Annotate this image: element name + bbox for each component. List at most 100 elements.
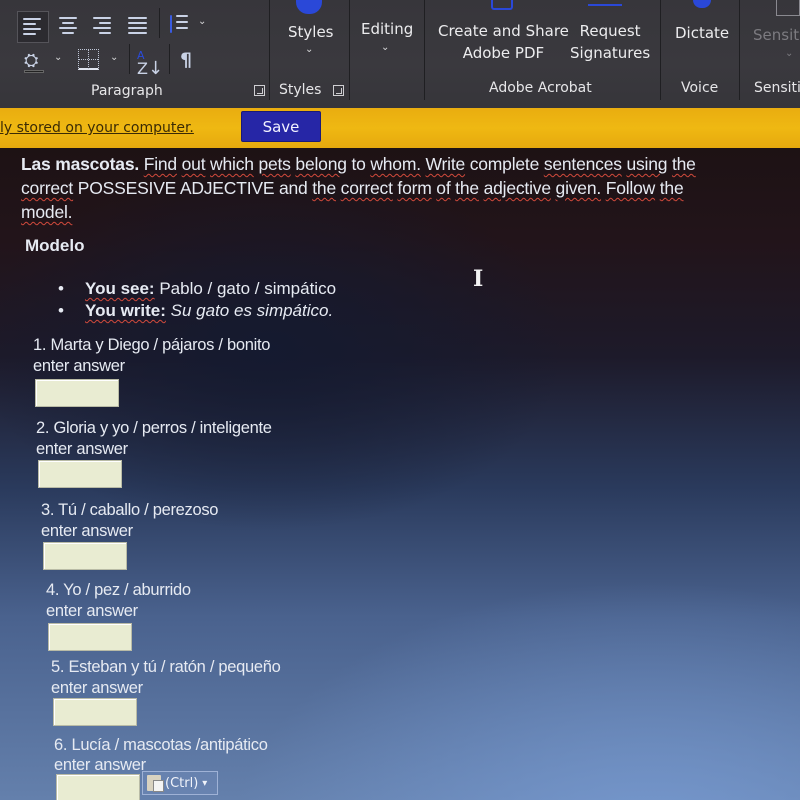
create-share-pdf-label-line1: Create and Share <box>438 22 569 40</box>
question-3-label: 3. Tú / caballo / perezoso <box>41 501 219 519</box>
request-signatures-label-line2: Signatures <box>570 44 651 62</box>
answer-input-4[interactable] <box>48 623 132 651</box>
microphone-icon <box>693 0 711 8</box>
paste-options-button[interactable]: (Ctrl) ▾ <box>142 771 218 795</box>
create-pdf-icon <box>491 0 513 10</box>
styles-dropdown-icon[interactable]: ⌄ <box>305 44 313 55</box>
sort-az-icon[interactable]: A Z↓ <box>137 47 163 78</box>
question-4-label: 4. Yo / pez / aburrido <box>46 581 191 599</box>
align-right-icon[interactable] <box>93 17 115 37</box>
answer-input-6[interactable] <box>56 774 140 800</box>
align-left-icon <box>23 18 45 38</box>
instructions-word: correct <box>21 178 74 198</box>
question-1-hint: enter answer <box>33 357 125 375</box>
instructions-word: given. <box>555 178 602 198</box>
instructions-word: using <box>626 154 668 174</box>
instructions-word: to <box>351 154 366 174</box>
instructions-word: form <box>397 178 432 198</box>
align-left-button[interactable] <box>17 11 49 43</box>
instructions-word: Find <box>143 154 177 174</box>
instructions-word: belong <box>295 154 347 174</box>
group-label-sensitivity: Sensiti <box>754 80 800 96</box>
infobar-message[interactable]: ly stored on your computer. <box>0 120 194 136</box>
instructions: Las mascotas. Find out which pets belong… <box>21 152 696 224</box>
align-center-icon[interactable] <box>58 17 80 37</box>
sensitivity-dropdown-icon[interactable]: ⌄ <box>785 48 793 59</box>
sensitivity-button[interactable]: Sensiti <box>753 24 800 46</box>
styles-brush-icon <box>296 0 322 14</box>
answer-input-5[interactable] <box>53 698 137 726</box>
dictate-button[interactable]: Dictate <box>675 22 729 44</box>
question-3-hint: enter answer <box>41 522 133 540</box>
example-you-see: You see: Pablo / gato / simpático <box>85 279 336 299</box>
borders-icon[interactable] <box>78 49 99 70</box>
justify-icon[interactable] <box>128 17 150 37</box>
instructions-line-3: model. <box>21 200 696 224</box>
instructions-word: sentences <box>543 154 622 174</box>
request-signatures-label-line1: Request <box>579 22 641 40</box>
request-signatures-button[interactable]: Request Signatures <box>570 20 650 64</box>
group-label-paragraph: Paragraph <box>91 83 163 99</box>
shading-dropdown-icon[interactable]: ⌄ <box>54 52 62 63</box>
pilcrow-icon[interactable]: ¶ <box>180 49 192 71</box>
borders-dropdown-icon[interactable]: ⌄ <box>110 52 118 63</box>
question-2-hint: enter answer <box>36 440 128 458</box>
question-6-hint: enter answer <box>54 756 146 774</box>
you-see-value: Pablo / gato / simpático <box>159 279 337 298</box>
instructions-word: the <box>312 178 336 198</box>
bullet-icon: • <box>58 301 64 320</box>
question-1-label: 1. Marta y Diego / pájaros / bonito <box>33 336 271 354</box>
instructions-model-word: model. <box>21 202 73 222</box>
instructions-word: whom. <box>370 154 421 174</box>
request-signatures-icon <box>588 3 622 6</box>
line-spacing-dropdown-icon[interactable]: ⌄ <box>198 16 206 27</box>
instructions-word: pets <box>258 154 291 174</box>
question-2-label: 2. Gloria y yo / perros / inteligente <box>36 419 272 437</box>
answer-input-3[interactable] <box>43 542 127 570</box>
create-share-pdf-button[interactable]: Create and Share Adobe PDF <box>438 20 569 64</box>
instructions-line-1: Las mascotas. Find out which pets belong… <box>21 152 696 176</box>
styles-button[interactable]: Styles <box>288 21 334 43</box>
save-button[interactable]: Save <box>241 111 321 142</box>
styles-dialog-launcher-icon[interactable] <box>333 85 344 96</box>
editing-button[interactable]: Editing <box>361 18 413 40</box>
paragraph-dialog-launcher-icon[interactable] <box>254 85 265 96</box>
document-body[interactable]: Las mascotas. Find out which pets belong… <box>0 148 800 800</box>
instructions-line-2: correct POSSESIVE ADJECTIVE and the corr… <box>21 176 696 200</box>
question-5-hint: enter answer <box>51 679 143 697</box>
line-spacing-icon[interactable] <box>168 15 190 35</box>
text-cursor-icon: I <box>473 266 484 292</box>
paste-options-label: (Ctrl) <box>165 775 199 791</box>
instructions-word: Follow <box>605 178 656 198</box>
you-write-label: You write: <box>85 301 166 320</box>
answer-input-2[interactable] <box>38 460 122 488</box>
instructions-word: correct <box>340 178 393 198</box>
instructions-word: of <box>436 178 451 198</box>
instructions-word: complete <box>469 154 540 174</box>
exercise-title: Las mascotas. <box>21 154 140 174</box>
you-write-value: Su gato es simpático. <box>170 301 334 320</box>
instructions-word: Write <box>425 154 466 174</box>
question-6-label: 6. Lucía / mascotas /antipático <box>54 736 268 754</box>
ribbon: ⌄ ⛭ ⌄ ⌄ A Z↓ ¶ Paragraph Styles ⌄ Styles … <box>0 0 800 108</box>
instructions-word: out <box>181 154 206 174</box>
example-you-write: You write: Su gato es simpático. <box>85 301 333 321</box>
autosave-infobar: ly stored on your computer. Save <box>0 108 800 148</box>
question-4-hint: enter answer <box>46 602 138 620</box>
chevron-down-icon: ▾ <box>202 777 208 789</box>
group-label-voice: Voice <box>681 80 719 96</box>
instructions-word: the <box>671 154 696 174</box>
clipboard-icon <box>147 775 164 792</box>
instructions-word: the <box>659 178 684 198</box>
create-share-pdf-label-line2: Adobe PDF <box>462 44 545 62</box>
instructions-word: the <box>455 178 479 198</box>
editing-dropdown-icon[interactable]: ⌄ <box>381 42 389 53</box>
instructions-word: POSSESIVE ADJECTIVE and <box>77 178 308 198</box>
group-label-adobe-acrobat: Adobe Acrobat <box>489 80 592 96</box>
sensitivity-icon <box>776 0 800 16</box>
answer-input-1[interactable] <box>35 379 119 407</box>
shading-icon[interactable]: ⛭ <box>24 50 38 71</box>
group-label-styles: Styles <box>279 82 322 98</box>
modelo-heading: Modelo <box>25 236 85 255</box>
bullet-icon: • <box>58 279 64 298</box>
